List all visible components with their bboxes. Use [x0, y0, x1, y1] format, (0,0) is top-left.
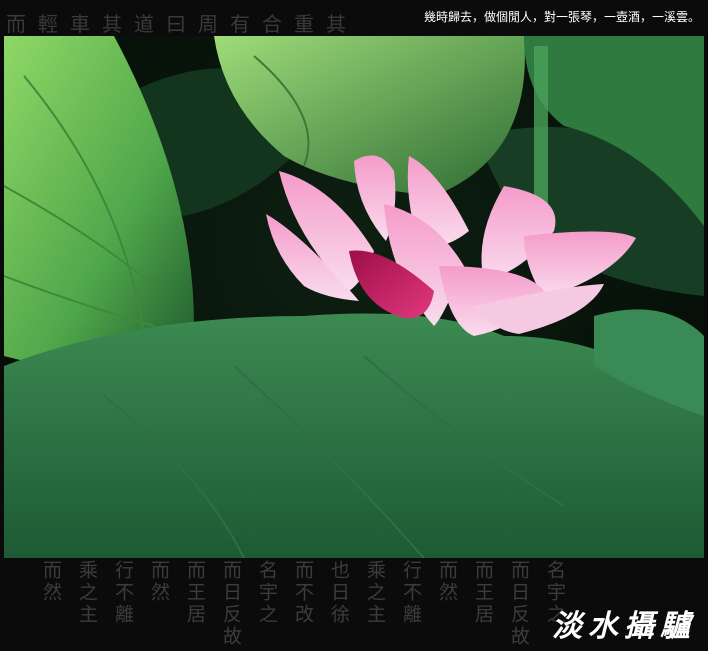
calligraphy-column: 行不離 [112, 560, 134, 626]
background-calligraphy: 而輕車其道曰周有合重其 [6, 12, 358, 36]
lotus-photo [4, 36, 704, 558]
calligraphy-column: 而日反故 [508, 560, 530, 648]
calligraphy-column: 也日徐 [328, 560, 350, 626]
calligraphy-column: 而王居 [184, 560, 206, 626]
calligraphy-column: 而日反故 [220, 560, 242, 648]
calligraphy-column: 而王居 [472, 560, 494, 626]
calligraphy-column: 而然 [436, 560, 458, 604]
background-calligraphy-columns: 而然 乘之主 行不離 而然 而王居 而日反故 名宇之 而不改 也日徐 乘之主 行… [40, 560, 566, 648]
photographer-signature: 淡水攝驢 [552, 609, 696, 644]
calligraphy-column: 而然 [148, 560, 170, 604]
calligraphy-column: 乘之主 [364, 560, 386, 626]
lotus-stem [534, 46, 548, 206]
calligraphy-column: 而然 [40, 560, 62, 604]
calligraphy-column: 行不離 [400, 560, 422, 626]
lotus-illustration [4, 36, 704, 558]
poem-caption: 幾時歸去，做個閒人，對一張琴，一壺酒，一溪雲。 [423, 10, 700, 24]
calligraphy-column: 名宇之 [256, 560, 278, 626]
calligraphy-column: 而不改 [292, 560, 314, 626]
calligraphy-column: 乘之主 [76, 560, 98, 626]
footer-band: 而然 乘之主 行不離 而然 而王居 而日反故 名宇之 而不改 也日徐 乘之主 行… [0, 558, 708, 651]
header-band: 而輕車其道曰周有合重其 幾時歸去，做個閒人，對一張琴，一壺酒，一溪雲。 [0, 0, 708, 36]
